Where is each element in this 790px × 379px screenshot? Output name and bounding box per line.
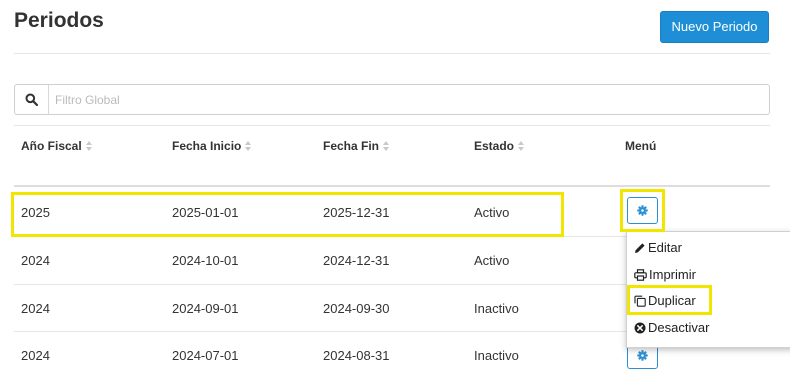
- sort-icon: [518, 141, 525, 151]
- sort-icon: [383, 141, 390, 151]
- search-input[interactable]: [55, 91, 755, 109]
- menu-item-label: Editar: [648, 240, 682, 255]
- column-header-end-date[interactable]: Fecha Fin: [323, 139, 390, 153]
- column-header-label: Fecha Inicio: [172, 139, 242, 153]
- cell-status: Inactivo: [474, 348, 519, 363]
- highlight-duplicate: [627, 285, 712, 315]
- menu-item-deactivate[interactable]: Desactivar: [634, 320, 709, 335]
- sort-icon: [245, 141, 252, 151]
- gear-icon: [637, 350, 648, 361]
- highlight-menu-button: [620, 189, 665, 232]
- cell-fiscal-year: 2024: [21, 348, 50, 363]
- cell-start-date: 2024-09-01: [172, 301, 239, 316]
- cell-end-date: 2024-08-31: [323, 348, 390, 363]
- new-period-button[interactable]: Nuevo Periodo: [660, 11, 769, 43]
- menu-item-edit[interactable]: Editar: [634, 240, 682, 255]
- times-circle-icon: [634, 322, 646, 333]
- cell-fiscal-year: 2024: [21, 301, 50, 316]
- cell-end-date: 2024-12-31: [323, 253, 390, 268]
- table-top-border: [14, 125, 770, 126]
- menu-item-print[interactable]: Imprimir: [634, 267, 696, 282]
- column-header-label: Estado: [474, 139, 515, 153]
- highlight-row: [11, 192, 564, 237]
- cell-start-date: 2024-10-01: [172, 253, 239, 268]
- sort-icon: [85, 141, 92, 151]
- column-header-label: Fecha Fin: [323, 139, 380, 153]
- column-header-fiscal-year[interactable]: Año Fiscal: [21, 139, 92, 153]
- printer-icon: [634, 268, 647, 281]
- column-header-start-date[interactable]: Fecha Inicio: [172, 139, 252, 153]
- column-header-label: Año Fiscal: [21, 139, 82, 153]
- search-icon: [15, 85, 49, 114]
- menu-item-label: Imprimir: [649, 267, 696, 282]
- table-header-border: [14, 185, 770, 187]
- column-header-label: Menú: [625, 139, 657, 153]
- pencil-icon: [635, 242, 645, 253]
- cell-status: Inactivo: [474, 301, 519, 316]
- column-header-menu: Menú: [625, 139, 656, 153]
- global-filter: [14, 84, 770, 115]
- cell-start-date: 2024-07-01: [172, 348, 239, 363]
- page-title: Periodos: [14, 9, 104, 32]
- column-header-status[interactable]: Estado: [474, 139, 525, 153]
- cell-end-date: 2024-09-30: [323, 301, 390, 316]
- menu-item-label: Desactivar: [648, 320, 710, 335]
- cell-status: Activo: [474, 253, 510, 268]
- title-divider: [14, 53, 770, 54]
- cell-fiscal-year: 2024: [21, 253, 50, 268]
